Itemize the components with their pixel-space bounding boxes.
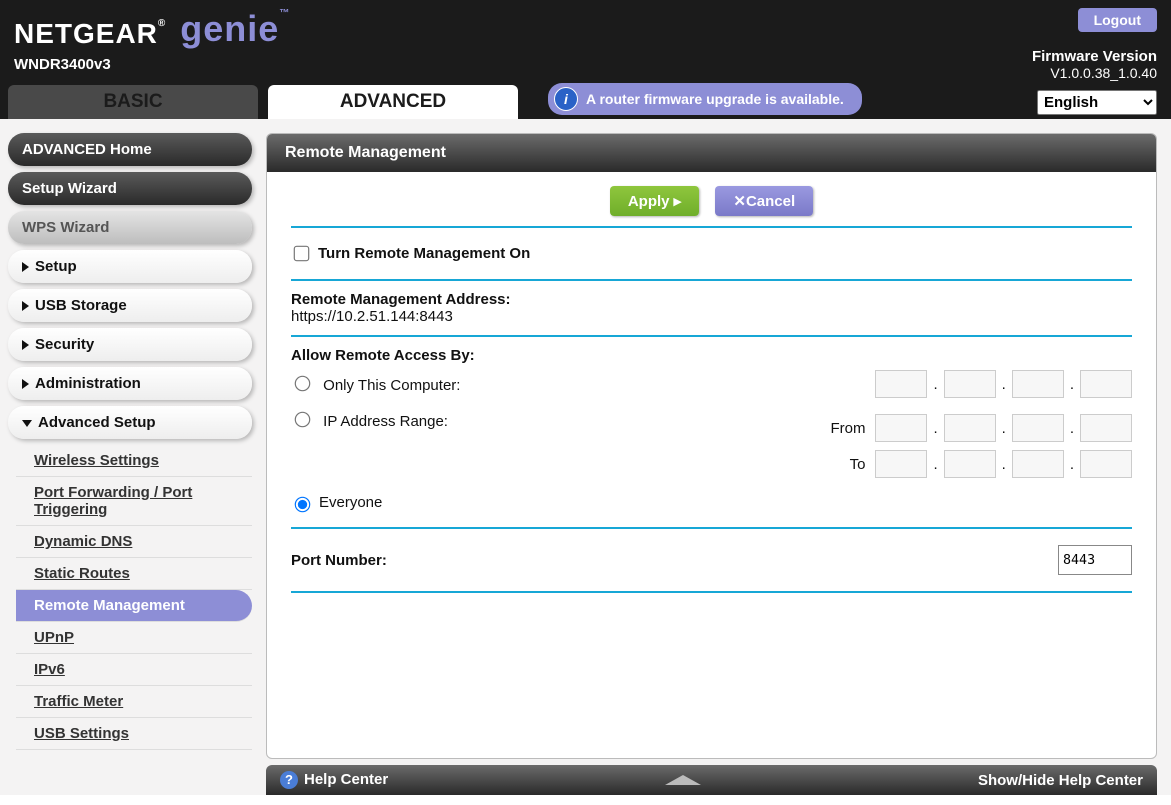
ip-octet[interactable]	[875, 450, 927, 478]
ip-octet[interactable]	[1080, 414, 1132, 442]
sidebar-item-security[interactable]: Security	[8, 328, 252, 361]
help-icon: ?	[280, 771, 298, 789]
sidebar-item-usb-storage[interactable]: USB Storage	[8, 289, 252, 322]
ip-octet[interactable]	[944, 450, 996, 478]
port-number-input[interactable]	[1058, 545, 1132, 575]
divider	[291, 591, 1132, 593]
only-this-label: Only This Computer:	[323, 377, 460, 394]
turn-on-label: Turn Remote Management On	[318, 245, 530, 262]
apply-button[interactable]: Apply ▸	[610, 186, 699, 216]
radio-only-this[interactable]	[295, 376, 311, 392]
firmware-notice[interactable]: i A router firmware upgrade is available…	[548, 83, 862, 115]
caret-right-icon	[22, 301, 29, 311]
subnav-dynamic-dns[interactable]: Dynamic DNS	[16, 526, 252, 558]
port-label: Port Number:	[291, 552, 387, 569]
ip-octet[interactable]	[944, 370, 996, 398]
ip-octet[interactable]	[944, 414, 996, 442]
ip-octet[interactable]	[1012, 370, 1064, 398]
sidebar-item-wps-wizard[interactable]: WPS Wizard	[8, 211, 252, 244]
subnav-upnp[interactable]: UPnP	[16, 622, 252, 654]
sidebar-item-setup-wizard[interactable]: Setup Wizard	[8, 172, 252, 205]
sidebar-item-administration[interactable]: Administration	[8, 367, 252, 400]
ip-range-from: From . . .	[830, 414, 1132, 442]
subnav-traffic-meter[interactable]: Traffic Meter	[16, 686, 252, 718]
subnav-port-forwarding[interactable]: Port Forwarding / Port Triggering	[16, 477, 252, 526]
header: NETGEAR® genie™ Logout WNDR3400v3 Firmwa…	[0, 0, 1171, 83]
info-icon: i	[554, 87, 578, 111]
subnav-remote-management[interactable]: Remote Management	[16, 590, 252, 622]
panel-remote-management: Remote Management Apply ▸ ✕Cancel Turn R…	[266, 133, 1157, 759]
subnav-usb-settings[interactable]: USB Settings	[16, 718, 252, 750]
brand-netgear: NETGEAR®	[14, 18, 166, 50]
turn-on-checkbox[interactable]	[294, 246, 310, 262]
action-buttons: Apply ▸ ✕Cancel	[291, 186, 1132, 216]
ip-octet[interactable]	[1080, 370, 1132, 398]
tab-advanced[interactable]: ADVANCED	[268, 85, 518, 119]
ip-only-this: . . .	[875, 370, 1132, 398]
divider	[291, 335, 1132, 337]
sidebar-subnav: Wireless Settings Port Forwarding / Port…	[16, 445, 252, 750]
row-only-this: Only This Computer: . . .	[291, 364, 1132, 404]
address-value: https://10.2.51.144:8443	[291, 308, 453, 325]
caret-down-icon	[22, 420, 32, 427]
sidebar-item-advanced-home[interactable]: ADVANCED Home	[8, 133, 252, 166]
divider	[291, 279, 1132, 281]
sidebar: ADVANCED Home Setup Wizard WPS Wizard Se…	[0, 119, 260, 795]
ip-octet[interactable]	[875, 414, 927, 442]
divider	[291, 226, 1132, 228]
show-hide-help-button[interactable]: Show/Hide Help Center	[978, 772, 1143, 789]
model-label: WNDR3400v3	[14, 56, 1157, 73]
tab-bar: BASIC ADVANCED i A router firmware upgra…	[0, 83, 1171, 119]
address-block: Remote Management Address: https://10.2.…	[291, 291, 1132, 325]
subnav-static-routes[interactable]: Static Routes	[16, 558, 252, 590]
row-everyone: Everyone	[291, 488, 1132, 517]
firmware-version: Firmware VersionV1.0.0.38_1.0.40	[1032, 48, 1157, 81]
subnav-ipv6[interactable]: IPv6	[16, 654, 252, 686]
to-label: To	[850, 456, 866, 473]
subnav-wireless-settings[interactable]: Wireless Settings	[16, 445, 252, 477]
row-port: Port Number:	[291, 539, 1132, 581]
tab-basic[interactable]: BASIC	[8, 85, 258, 119]
address-label: Remote Management Address:	[291, 291, 511, 308]
help-footer: ?Help Center Show/Hide Help Center	[266, 765, 1157, 795]
ip-octet[interactable]	[1012, 414, 1064, 442]
everyone-label: Everyone	[319, 494, 382, 511]
allow-label: Allow Remote Access By:	[291, 347, 475, 364]
row-turn-on: Turn Remote Management On	[291, 238, 1132, 269]
ip-octet[interactable]	[1012, 450, 1064, 478]
radio-everyone[interactable]	[295, 496, 311, 512]
radio-ip-range[interactable]	[295, 412, 311, 428]
sidebar-item-advanced-setup[interactable]: Advanced Setup	[8, 406, 252, 439]
caret-right-icon	[22, 340, 29, 350]
notice-text: A router firmware upgrade is available.	[586, 91, 844, 107]
ip-octet[interactable]	[1080, 450, 1132, 478]
from-label: From	[830, 420, 865, 437]
sidebar-item-setup[interactable]: Setup	[8, 250, 252, 283]
brand-genie: genie™	[180, 8, 290, 50]
cancel-button[interactable]: ✕Cancel	[715, 186, 813, 216]
ip-range-label: IP Address Range:	[323, 413, 448, 430]
ip-octet[interactable]	[875, 370, 927, 398]
brand-block: NETGEAR® genie™	[14, 8, 1157, 50]
caret-right-icon	[22, 262, 29, 272]
logout-button[interactable]: Logout	[1078, 8, 1157, 32]
row-ip-range: IP Address Range: From . . . To . . .	[291, 404, 1132, 488]
divider	[291, 527, 1132, 529]
chevron-up-icon[interactable]	[665, 775, 701, 785]
panel-title: Remote Management	[267, 134, 1156, 172]
caret-right-icon	[22, 379, 29, 389]
language-select-wrap: English	[1037, 90, 1157, 115]
ip-range-to: To . . .	[830, 450, 1132, 478]
main-area: Remote Management Apply ▸ ✕Cancel Turn R…	[260, 119, 1171, 795]
language-select[interactable]: English	[1037, 90, 1157, 115]
help-center-button[interactable]: ?Help Center	[280, 771, 388, 789]
